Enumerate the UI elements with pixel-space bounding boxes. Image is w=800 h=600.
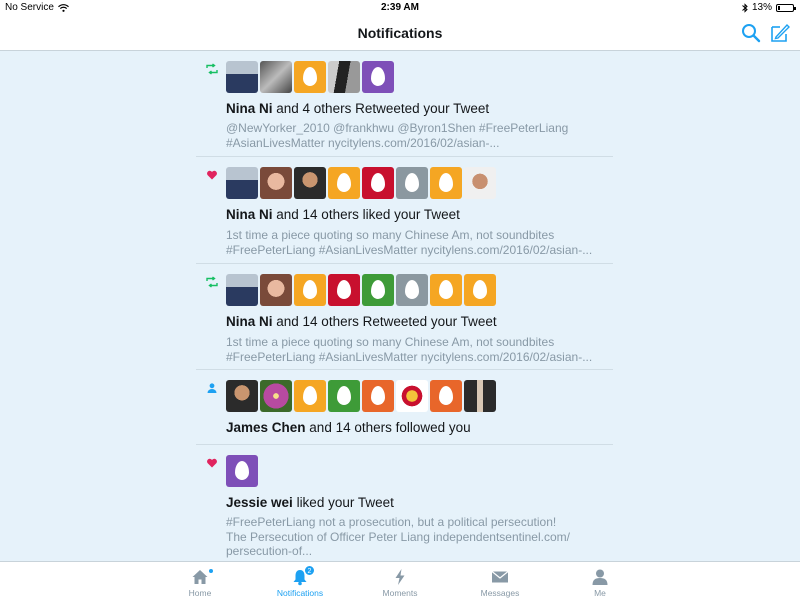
tab-moments[interactable]: Moments (360, 562, 440, 600)
avatar[interactable] (226, 274, 258, 306)
avatar-row (226, 380, 496, 412)
tab-label: Messages (480, 588, 520, 598)
notification-item[interactable]: Nina Ni and 14 others Retweeted your Twe… (196, 264, 613, 370)
avatar[interactable] (294, 167, 326, 199)
avatar-row (226, 167, 496, 199)
avatar[interactable] (328, 167, 360, 199)
page-title: Notifications (357, 25, 443, 41)
person-icon (207, 383, 217, 393)
bluetooth-icon (742, 2, 748, 13)
notification-action: and 14 others followed you (305, 420, 471, 435)
notifications-feed[interactable]: Nina Ni and 4 others Retweeted your Twee… (0, 51, 800, 561)
avatar[interactable] (260, 274, 292, 306)
notification-headline: Nina Ni and 4 others Retweeted your Twee… (226, 101, 489, 116)
clock: 2:39 AM (381, 2, 419, 13)
avatar[interactable] (294, 274, 326, 306)
avatar[interactable] (362, 61, 394, 93)
notification-action: liked your Tweet (292, 495, 394, 510)
user-name[interactable]: Jessie wei (226, 495, 293, 510)
tab-bar: Home 2 Notifications Moments Messages Me (0, 561, 800, 600)
avatar[interactable] (362, 380, 394, 412)
avatar[interactable] (294, 61, 326, 93)
notification-headline: Jessie wei liked your Tweet (226, 495, 394, 510)
notification-action: and 4 others Retweeted your Tweet (272, 101, 490, 116)
tab-label: Moments (382, 588, 418, 598)
avatar[interactable] (328, 274, 360, 306)
tab-label: Home (188, 588, 212, 598)
search-icon[interactable] (741, 23, 761, 43)
heart-icon (207, 458, 217, 468)
avatar[interactable] (396, 380, 428, 412)
avatar[interactable] (226, 61, 258, 93)
avatar[interactable] (226, 167, 258, 199)
avatar[interactable] (464, 380, 496, 412)
avatar[interactable] (362, 274, 394, 306)
battery-percent: 13% (751, 2, 772, 13)
avatar-row (226, 274, 496, 306)
tab-me[interactable]: Me (560, 562, 640, 600)
avatar[interactable] (430, 274, 462, 306)
avatar[interactable] (294, 380, 326, 412)
avatar[interactable] (464, 167, 496, 199)
tab-label: Me (594, 588, 606, 598)
battery-fill (778, 5, 780, 10)
status-bar: No Service 2:39 AM 13% (0, 0, 800, 16)
notification-headline: James Chen and 14 others followed you (226, 420, 471, 435)
notification-action: and 14 others Retweeted your Tweet (272, 314, 497, 329)
user-name[interactable]: Nina Ni (226, 101, 273, 116)
notification-item[interactable]: Jessie wei liked your Tweet #FreePeterLi… (196, 445, 613, 561)
retweet-icon (206, 276, 218, 288)
avatar[interactable] (430, 380, 462, 412)
envelope-icon (491, 571, 509, 583)
notification-headline: Nina Ni and 14 others liked your Tweet (226, 207, 460, 222)
avatar[interactable] (362, 167, 394, 199)
tab-home[interactable]: Home (160, 562, 240, 600)
tweet-snippet[interactable]: 1st time a piece quoting so many Chinese… (226, 228, 606, 257)
battery-icon (776, 3, 796, 12)
tweet-snippet[interactable]: 1st time a piece quoting so many Chinese… (226, 335, 606, 364)
tweet-snippet[interactable]: #FreePeterLiang not a prosecution, but a… (226, 515, 576, 559)
user-name[interactable]: Nina Ni (226, 207, 273, 222)
tweet-snippet[interactable]: @NewYorker_2010 @frankhwu @Byron1Shen #F… (226, 121, 606, 150)
tab-messages[interactable]: Messages (460, 562, 540, 600)
avatar[interactable] (328, 380, 360, 412)
notification-badge: 2 (304, 565, 315, 576)
avatar-row (226, 61, 394, 93)
lightning-icon (395, 569, 405, 585)
battery-area: 13% (742, 2, 796, 13)
avatar[interactable] (260, 380, 292, 412)
avatar[interactable] (396, 167, 428, 199)
tab-label: Notifications (276, 588, 324, 598)
avatar[interactable] (430, 167, 462, 199)
user-name[interactable]: James Chen (226, 420, 306, 435)
retweet-icon (206, 63, 218, 75)
heart-icon (207, 170, 217, 180)
avatar[interactable] (260, 61, 292, 93)
avatar[interactable] (328, 61, 360, 93)
avatar[interactable] (226, 455, 258, 487)
avatar[interactable] (396, 274, 428, 306)
notification-action: and 14 others liked your Tweet (272, 207, 460, 222)
notification-headline: Nina Ni and 14 others Retweeted your Twe… (226, 314, 497, 329)
avatar[interactable] (464, 274, 496, 306)
avatar[interactable] (226, 380, 258, 412)
notification-item[interactable]: Nina Ni and 4 others Retweeted your Twee… (196, 51, 613, 157)
avatar[interactable] (260, 167, 292, 199)
user-name[interactable]: Nina Ni (226, 314, 273, 329)
notification-item[interactable]: Nina Ni and 14 others liked your Tweet 1… (196, 157, 613, 264)
person-icon (592, 569, 608, 585)
new-content-dot (208, 568, 214, 574)
tab-notifications[interactable]: 2 Notifications (260, 562, 340, 600)
notification-item[interactable]: James Chen and 14 others followed you (196, 370, 613, 445)
home-icon (192, 570, 208, 584)
avatar-row (226, 455, 258, 487)
compose-tweet-icon[interactable] (770, 23, 790, 43)
navigation-bar: Notifications (0, 16, 800, 51)
